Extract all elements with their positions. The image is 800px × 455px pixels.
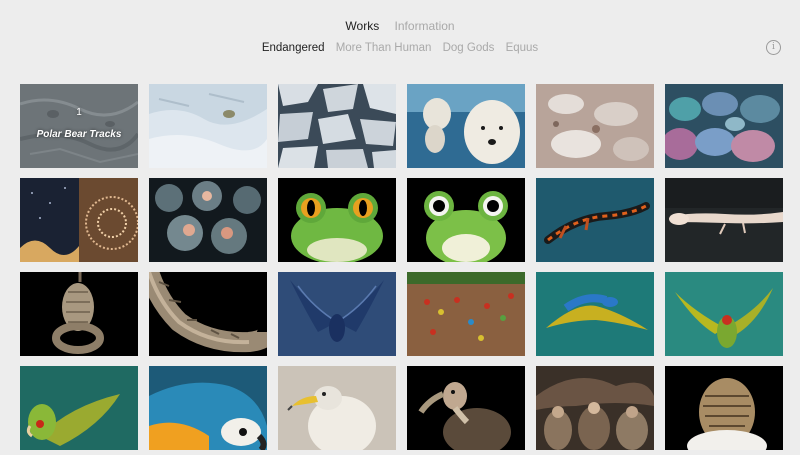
snowy-ice-image xyxy=(149,84,267,168)
green-parrot-image xyxy=(665,272,783,356)
sea-ice-image xyxy=(278,84,396,168)
gallery-tile-blue-yellow-macaw[interactable] xyxy=(149,366,267,450)
gallery-tile-coral-split[interactable] xyxy=(20,178,138,262)
salamander-image xyxy=(536,178,654,262)
polar-bears-image xyxy=(407,84,525,168)
subnav-endangered[interactable]: Endangered xyxy=(262,41,325,55)
nav-information[interactable]: Information xyxy=(395,19,455,33)
info-icon[interactable]: i xyxy=(766,40,781,55)
gallery-tile-salamander[interactable] xyxy=(536,178,654,262)
gallery-tile-sea-ice[interactable] xyxy=(278,84,396,168)
tile-title: Polar Bear Tracks xyxy=(36,129,122,140)
axolotl-image xyxy=(665,178,783,262)
gallery-tile-snowy-ice[interactable] xyxy=(149,84,267,168)
blue-macaw-image xyxy=(536,272,654,356)
pangolin-image xyxy=(149,272,267,356)
pangolin-image xyxy=(20,272,138,356)
nav-works[interactable]: Works xyxy=(345,19,379,33)
coral-split-image xyxy=(20,178,138,262)
gallery-tile-green-parrot[interactable] xyxy=(20,366,138,450)
tree-frog-image xyxy=(407,178,525,262)
gallery-grid: 1 Polar Bear Tracks xyxy=(20,84,783,450)
gallery-tile-pangolin-hanging[interactable] xyxy=(20,272,138,356)
blue-bird-wings-image xyxy=(278,272,396,356)
coral-reef-image xyxy=(665,84,783,168)
gallery-tile-vulture[interactable] xyxy=(407,366,525,450)
gallery-tile-blue-macaw[interactable] xyxy=(536,272,654,356)
tree-frog-image xyxy=(278,178,396,262)
tile-number: 1 xyxy=(76,107,82,118)
gallery-tile-macaws-clay-lick[interactable] xyxy=(407,272,525,356)
gallery-tile-coral-reef[interactable] xyxy=(665,84,783,168)
vultures-group-image xyxy=(536,366,654,450)
vulture-image xyxy=(407,366,525,450)
subnav-dog-gods[interactable]: Dog Gods xyxy=(443,41,495,55)
gallery-tile-green-parrot-flying[interactable] xyxy=(665,272,783,356)
secondary-nav: Endangered More Than Human Dog Gods Equu… xyxy=(0,41,800,55)
gallery-tile-polar-bears[interactable] xyxy=(407,84,525,168)
gallery-tile-eagle[interactable] xyxy=(665,366,783,450)
gallery-tile-axolotl[interactable] xyxy=(665,178,783,262)
gallery-tile-vultures-group[interactable] xyxy=(536,366,654,450)
primary-nav: Works Information xyxy=(0,19,800,33)
gallery-tile-egyptian-vulture[interactable] xyxy=(278,366,396,450)
gallery-tile-ice-rocks[interactable] xyxy=(536,84,654,168)
gallery-tile-frog-eggs[interactable] xyxy=(149,178,267,262)
subnav-equus[interactable]: Equus xyxy=(506,41,539,55)
tile-caption: 1 Polar Bear Tracks xyxy=(20,106,138,141)
macaws-clay-lick-image xyxy=(407,272,525,356)
ice-rocks-image xyxy=(536,84,654,168)
gallery-tile-polar-bear-tracks[interactable]: 1 Polar Bear Tracks xyxy=(20,84,138,168)
eagle-image xyxy=(665,366,783,450)
egyptian-vulture-image xyxy=(278,366,396,450)
frog-eggs-image xyxy=(149,178,267,262)
gallery-tile-tree-frog-1[interactable] xyxy=(278,178,396,262)
blue-yellow-macaw-image xyxy=(149,366,267,450)
subnav-more-than-human[interactable]: More Than Human xyxy=(336,41,432,55)
gallery-tile-pangolin-walking[interactable] xyxy=(149,272,267,356)
green-parrot-image xyxy=(20,366,138,450)
gallery-tile-tree-frog-2[interactable] xyxy=(407,178,525,262)
gallery-tile-blue-wings[interactable] xyxy=(278,272,396,356)
